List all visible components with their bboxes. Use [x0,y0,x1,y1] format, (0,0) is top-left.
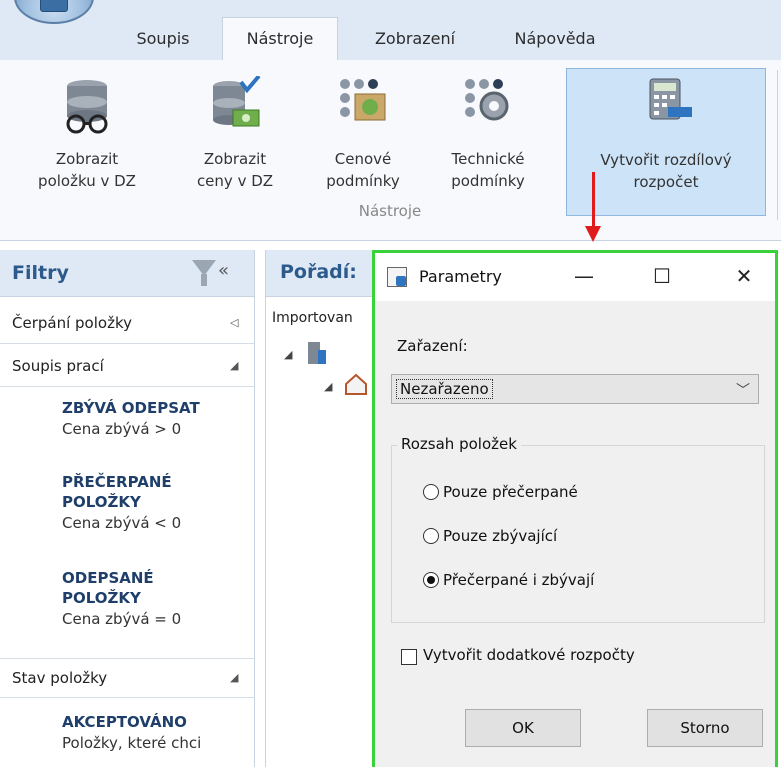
order-panel: Pořadí: Importovan ◢ ◢ [265,250,386,767]
button-label-line2: podmínky [326,172,400,190]
order-panel-header: Pořadí: [266,250,386,297]
ribbon-body: Zobrazit položku v DZ Zobrazit ceny v DZ [0,60,781,241]
button-label-line1: Vytvořit rozdílový [600,151,732,169]
minimize-button[interactable]: — [561,259,607,293]
filter-entry-title: POLOŽKY [62,589,141,607]
technical-conditions-icon [465,79,509,121]
button-label-line1: Cenové [334,150,392,168]
collapse-arrow-icon[interactable]: ◢ [230,671,238,684]
radio-label: Přečerpané i zbývají [443,571,595,589]
close-button[interactable]: ✕ [721,259,767,293]
filter-entry-overdrawn[interactable]: PŘEČERPANÉ POLOŽKY Cena zbývá < 0 [62,472,181,534]
filter-panel-title: Filtry [12,262,69,284]
house-icon [345,373,367,395]
filter-entry-condition: Cena zbývá = 0 [62,610,182,628]
button-label-line1: Technické [451,150,525,168]
filter-entry-title: AKCEPTOVÁNO [62,713,187,731]
collapse-arrow-icon[interactable]: ◢ [230,359,238,372]
category-label: Zařazení: [397,337,468,355]
button-label-line1: Zobrazit [55,150,119,168]
show-item-in-db-button[interactable]: Zobrazit položku v DZ [8,68,166,216]
technical-conditions-button[interactable]: Technické podmínky [428,68,548,216]
radio-button[interactable] [423,484,439,500]
dialog-app-icon [387,267,407,287]
ok-button[interactable]: OK [465,709,581,747]
create-additional-budgets-checkbox[interactable] [401,649,417,665]
ribbon-tab-bar: Soupis Nástroje Zobrazení Nápověda [0,0,781,61]
filter-entry-title: ODEPSANÉ [62,569,154,587]
filter-entry-condition: Položky, které chci [62,734,202,752]
create-additional-budgets-label: Vytvořit dodatkové rozpočty [423,646,635,664]
filter-row-work-list[interactable]: Soupis prací ◢ [0,347,254,387]
category-selected-value: Nezařazeno [396,379,493,399]
filter-entry-accepted[interactable]: AKCEPTOVÁNO Položky, které chci [62,712,201,754]
annotation-arrow-head [585,226,601,242]
ribbon-group-label: Nástroje [358,202,422,220]
calculator-icon [649,78,692,120]
tab-nastroje[interactable]: Nástroje [222,17,338,61]
annotation-arrow-shaft [592,172,595,228]
filter-panel-header: Filtry « [0,250,254,297]
cancel-button[interactable]: Storno [647,709,763,747]
collapse-panel-icon[interactable]: « [218,260,229,281]
show-prices-in-db-button[interactable]: Zobrazit ceny v DZ [170,68,300,216]
tree-expand-icon[interactable]: ◢ [324,380,332,393]
tree-expand-icon[interactable]: ◢ [284,348,292,361]
filter-entry-condition: Cena zbývá > 0 [62,420,182,438]
radio-button[interactable] [423,528,439,544]
chevron-down-icon: ﹀ [736,383,750,399]
filter-entry-written-off[interactable]: ODEPSANÉ POLOŽKY Cena zbývá = 0 [62,568,181,630]
button-label-line1: Zobrazit [203,150,267,168]
item-range-caption: Rozsah položek [397,435,521,453]
ribbon-group-separator [777,70,778,220]
database-money-icon [213,76,261,127]
price-conditions-button[interactable]: Cenové podmínky [304,68,422,216]
parameters-dialog: Parametry — ☐ ✕ Zařazení: Nezařazeno ﹀ R… [372,250,778,767]
radio-button-checked[interactable] [423,572,439,588]
order-panel-title: Pořadí: [280,261,357,283]
app-logo-icon [40,0,68,12]
database-glasses-icon [66,80,108,134]
funnel-icon-stem [201,274,207,286]
filter-entry-title: PŘEČERPANÉ [62,473,172,491]
tab-zobrazeni[interactable]: Zobrazení [356,18,474,60]
radio-label: Pouze přečerpané [443,483,578,501]
button-label-line2: podmínky [451,172,525,190]
create-difference-budget-button[interactable]: Vytvořit rozdílový rozpočet [566,68,766,216]
maximize-button[interactable]: ☐ [639,259,685,293]
tab-soupis[interactable]: Soupis [112,18,214,60]
radio-label: Pouze zbývající [443,527,558,545]
filter-entry-condition: Cena zbývá < 0 [62,514,182,532]
dialog-title: Parametry [419,267,502,286]
price-conditions-icon [340,79,386,121]
filter-entry-title: POLOŽKY [62,493,141,511]
column-header-imported[interactable]: Importovan [272,310,353,326]
expand-arrow-icon[interactable]: ◁ [230,316,238,329]
category-dropdown[interactable]: Nezařazeno ﹀ [391,374,759,404]
button-label-line2: položku v DZ [38,172,136,190]
filter-row-label: Soupis prací [12,357,104,375]
filter-panel: Filtry « Čerpání položky ◁ Soupis prací … [0,250,255,767]
button-label-line2: rozpočet [633,173,699,191]
filter-row-label: Čerpání položky [12,314,132,332]
filter-row-label: Stav položky [12,669,108,687]
filter-row-item-drawdown[interactable]: Čerpání položky ◁ [0,304,254,344]
building-icon [308,342,326,364]
tab-napoveda[interactable]: Nápověda [492,18,618,60]
filter-entry-title: ZBÝVÁ ODEPSAT [62,399,200,417]
filter-row-item-status[interactable]: Stav položky ◢ [0,658,254,698]
filter-entry-remaining[interactable]: ZBÝVÁ ODEPSAT Cena zbývá > 0 [62,398,200,440]
button-label-line2: ceny v DZ [196,172,274,190]
dialog-titlebar[interactable]: Parametry — ☐ ✕ [375,253,775,301]
